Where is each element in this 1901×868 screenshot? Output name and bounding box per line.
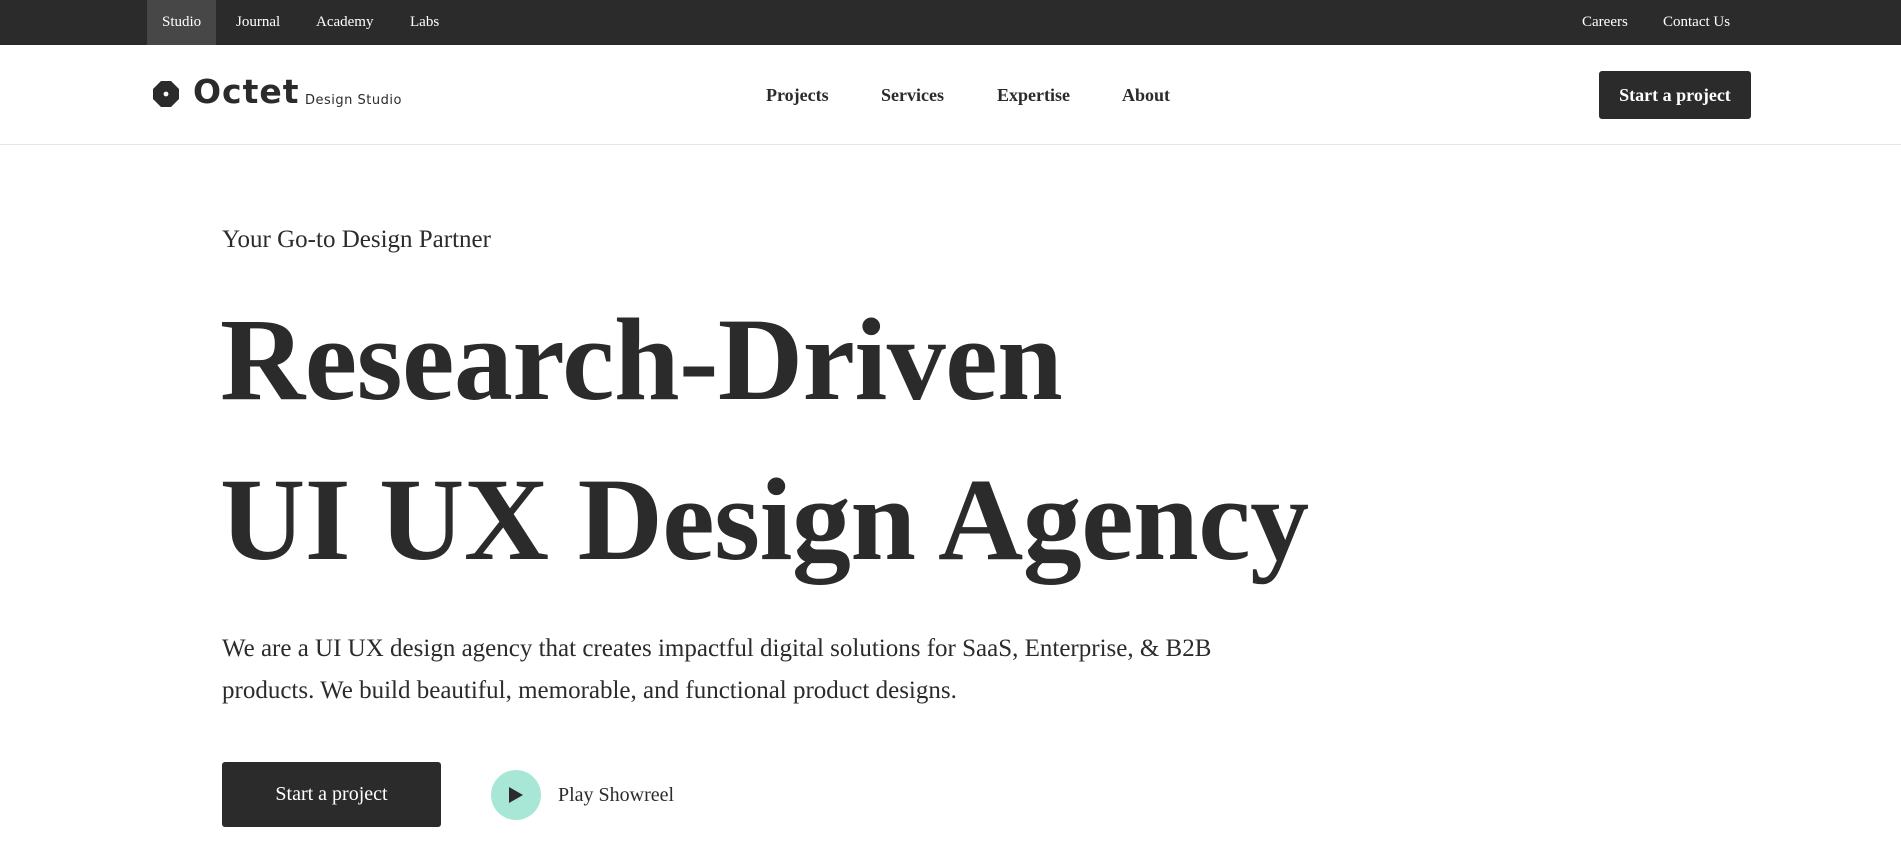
hero-start-project-button[interactable]: Start a project [222,762,441,827]
logo-tagline: Design Studio [305,93,402,108]
top-utility-bar: Studio Journal Academy Labs Careers Cont… [0,0,1901,45]
hero-headline-line-2: UI UX Design Agency [220,454,1309,585]
topbar-link-contact-us[interactable]: Contact Us [1663,0,1730,45]
logo-name[interactable]: Octet [193,72,300,112]
main-header: Octet Design Studio Projects Services Ex… [0,45,1901,145]
topbar-link-careers[interactable]: Careers [1582,0,1628,45]
play-showreel-label[interactable]: Play Showreel [558,782,674,808]
topbar-link-studio[interactable]: Studio [147,0,217,45]
octagon-logo-icon[interactable] [152,80,180,108]
nav-item-about[interactable]: About [1122,83,1170,107]
topbar-link-journal[interactable]: Journal [236,0,280,45]
nav-item-projects[interactable]: Projects [766,83,829,107]
play-icon [509,787,523,803]
topbar-link-labs[interactable]: Labs [410,0,439,45]
topbar-link-academy[interactable]: Academy [316,0,373,45]
nav-item-expertise[interactable]: Expertise [997,83,1070,107]
nav-item-services[interactable]: Services [881,83,944,107]
play-showreel-button[interactable] [491,770,541,820]
hero-headline-line-1: Research-Driven [220,294,1063,425]
hero-eyebrow: Your Go-to Design Partner [222,226,491,253]
header-start-project-button[interactable]: Start a project [1599,71,1751,119]
hero-description: We are a UI UX design agency that create… [222,635,1212,704]
